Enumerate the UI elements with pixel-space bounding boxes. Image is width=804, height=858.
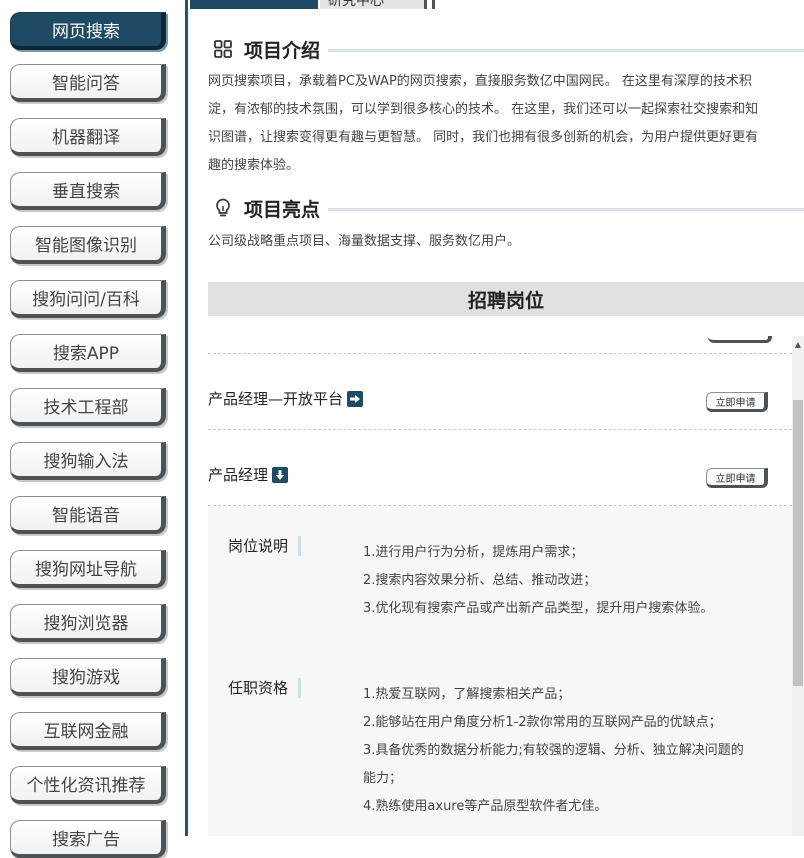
sidebar-item-finance[interactable]: 互联网金融 [10,712,166,750]
sidebar: 网页搜索 智能问答 机器翻译 垂直搜索 智能图像识别 搜狗问问/百科 搜索APP… [0,0,185,858]
job-list[interactable]: 产品经理—开放平台 立即申请 产品经理 立即申请 岗位说明 1.进行用户行为分析… [208,336,804,836]
scroll-up-icon[interactable]: ▲ [792,336,804,352]
sidebar-item-games[interactable]: 搜狗游戏 [10,658,166,696]
intro-line: 淀，有浓郁的技术氛围，可以学到很多核心的技术。 在这里，我们还可以一起探索社交搜… [208,102,759,117]
job-title-product-manager[interactable]: 产品经理 [208,464,289,485]
scrollbar[interactable]: ▲ [792,336,804,836]
intro-title: 项目介绍 [244,39,321,62]
req-line: 能力； [363,771,403,786]
sidebar-item-web-search[interactable]: 网页搜索 [10,12,166,50]
sidebar-item-browser[interactable]: 搜狗浏览器 [10,604,166,642]
job-details: 岗位说明 1.进行用户行为分析，提炼用户需求； 2.搜索内容效果分析、总结、推动… [208,506,792,836]
highlights-text: 公司级战略重点项目、海量数据支撑、服务数亿用户。 [208,234,521,249]
arrow-down-icon [272,466,289,483]
scrollbar-thumb[interactable] [793,400,803,686]
desc-line: 2.搜索内容效果分析、总结、推动改进； [363,573,597,588]
desc-label: 岗位说明 [228,536,302,556]
sidebar-item-url-navigation[interactable]: 搜狗网址导航 [10,550,166,588]
req-line: 2.能够站在用户角度分析1-2款你常用的互联网产品的优缺点； [363,715,722,730]
row-divider [208,353,792,354]
apply-button[interactable]: 立即申请 [706,392,768,412]
apply-button[interactable]: 立即申请 [706,468,768,488]
req-label: 任职资格 [228,678,302,698]
grid-icon [212,38,234,60]
intro-line: 趣的搜索体验。 [208,158,300,173]
apply-button-partial[interactable] [708,336,772,343]
sidebar-item-search-ads[interactable]: 搜索广告 [10,820,166,858]
main-content: 项目介绍 网页搜索项目，承载着PC及WAP的网页搜索，直接服务数亿中国网民。 在… [188,0,804,836]
job-title-open-platform[interactable]: 产品经理—开放平台 [208,388,364,409]
sidebar-item-smart-voice[interactable]: 智能语音 [10,496,166,534]
intro-line: 网页搜索项目，承载着PC及WAP的网页搜索，直接服务数亿中国网民。 在这里有深厚… [208,74,752,89]
highlights-title-rule [328,207,804,211]
desc-line: 1.进行用户行为分析，提炼用户需求； [363,545,584,560]
lightbulb-icon [212,197,234,219]
job-title-text: 产品经理 [208,466,269,484]
sidebar-item-machine-translation[interactable]: 机器翻译 [10,118,166,156]
sidebar-item-smart-qa[interactable]: 智能问答 [10,64,166,102]
intro-line: 识图谱，让搜索变得更有趣与更智慧。 同时，我们也拥有很多创新的机会，为用户提供更… [208,130,759,145]
req-line: 1.热爱互联网，了解搜索相关产品； [363,687,571,702]
sidebar-item-vertical-search[interactable]: 垂直搜索 [10,172,166,210]
sidebar-item-wenwen-baike[interactable]: 搜狗问问/百科 [10,280,166,318]
highlights-header: 项目亮点 [212,193,804,223]
sidebar-item-tech-engineering[interactable]: 技术工程部 [10,388,166,426]
highlights-title: 项目亮点 [244,198,321,221]
sidebar-item-input-method[interactable]: 搜狗输入法 [10,442,166,480]
req-line: 4.熟练使用axure等产品原型软件者尤佳。 [363,799,608,814]
req-line: 3.具备优秀的数据分析能力;有较强的逻辑、分析、独立解决问题的 [363,743,744,758]
recruit-title: 招聘岗位 [467,289,544,312]
arrow-right-icon [347,390,364,407]
row-divider [208,429,792,430]
sidebar-item-news-recommend[interactable]: 个性化资讯推荐 [10,766,166,804]
desc-line: 3.优化现有搜索产品或产出新产品类型，提升用户搜索体验。 [363,601,714,616]
recruit-header: 招聘岗位 [208,282,804,316]
job-title-text: 产品经理—开放平台 [208,390,344,408]
intro-header: 项目介绍 [212,34,804,64]
intro-title-rule [328,48,804,52]
sidebar-item-image-recognition[interactable]: 智能图像识别 [10,226,166,264]
sidebar-item-search-app[interactable]: 搜索APP [10,334,166,372]
intro-text: 网页搜索项目，承载着PC及WAP的网页搜索，直接服务数亿中国网民。 在这里有深厚… [208,68,804,180]
